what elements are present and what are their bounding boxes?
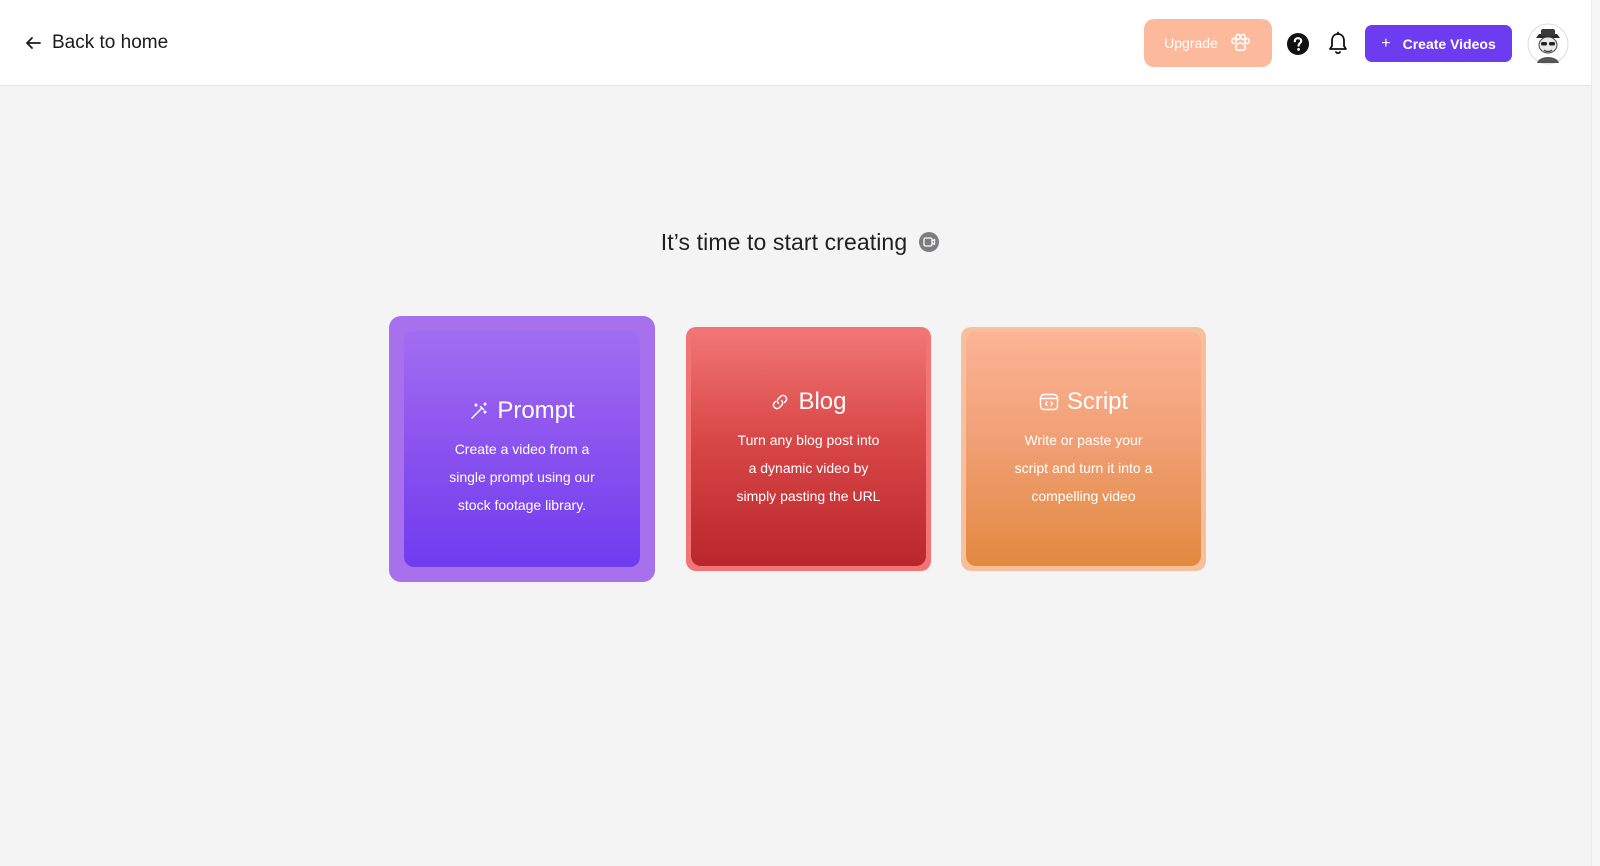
- back-to-home-label: Back to home: [52, 32, 169, 53]
- top-bar: Back to home Upgrade + Create Videos: [0, 0, 1600, 86]
- magic-wand-icon: [469, 401, 489, 421]
- blog-card[interactable]: Blog Turn any blog post into a dynamic v…: [686, 327, 931, 571]
- script-card[interactable]: Script Write or paste your script and tu…: [961, 327, 1206, 571]
- blog-card-inner: Blog Turn any blog post into a dynamic v…: [691, 332, 926, 566]
- page: Back to home Upgrade + Create Videos It’…: [0, 0, 1600, 866]
- page-title: It’s time to start creating: [660, 228, 908, 255]
- script-card-description: Write or paste your script and turn it i…: [1014, 432, 1153, 504]
- upgrade-button[interactable]: Upgrade: [1144, 19, 1272, 67]
- code-window-icon: [1039, 392, 1059, 412]
- help-icon[interactable]: [1286, 32, 1310, 56]
- prompt-card-header: Prompt: [404, 397, 640, 425]
- create-videos-button[interactable]: + Create Videos: [1365, 25, 1512, 62]
- blog-card-title: Blog: [798, 388, 847, 415]
- avatar[interactable]: [1527, 23, 1569, 65]
- scrollbar[interactable]: [1591, 0, 1600, 866]
- script-card-header: Script: [966, 388, 1201, 416]
- prompt-card-title: Prompt: [497, 397, 575, 424]
- script-card-title: Script: [1066, 388, 1129, 415]
- paw-icon: [1228, 31, 1252, 55]
- info-icon[interactable]: [919, 232, 940, 252]
- script-card-inner: Script Write or paste your script and tu…: [966, 332, 1201, 566]
- prompt-card-description: Create a video from a single prompt usin…: [449, 441, 595, 513]
- arrow-left-icon: [24, 34, 42, 52]
- blog-card-header: Blog: [691, 388, 926, 416]
- plus-icon: +: [1381, 34, 1391, 52]
- back-to-home-link[interactable]: Back to home: [24, 28, 168, 58]
- upgrade-label: Upgrade: [1164, 35, 1218, 51]
- bell-icon[interactable]: [1326, 31, 1350, 57]
- link-icon: [770, 392, 790, 412]
- prompt-card[interactable]: Prompt Create a video from a single prom…: [389, 316, 655, 582]
- heading: It’s time to start creating: [0, 222, 1600, 262]
- prompt-card-inner: Prompt Create a video from a single prom…: [404, 331, 640, 567]
- blog-card-description: Turn any blog post into a dynamic video …: [736, 432, 881, 504]
- create-videos-label: Create Videos: [1402, 35, 1496, 52]
